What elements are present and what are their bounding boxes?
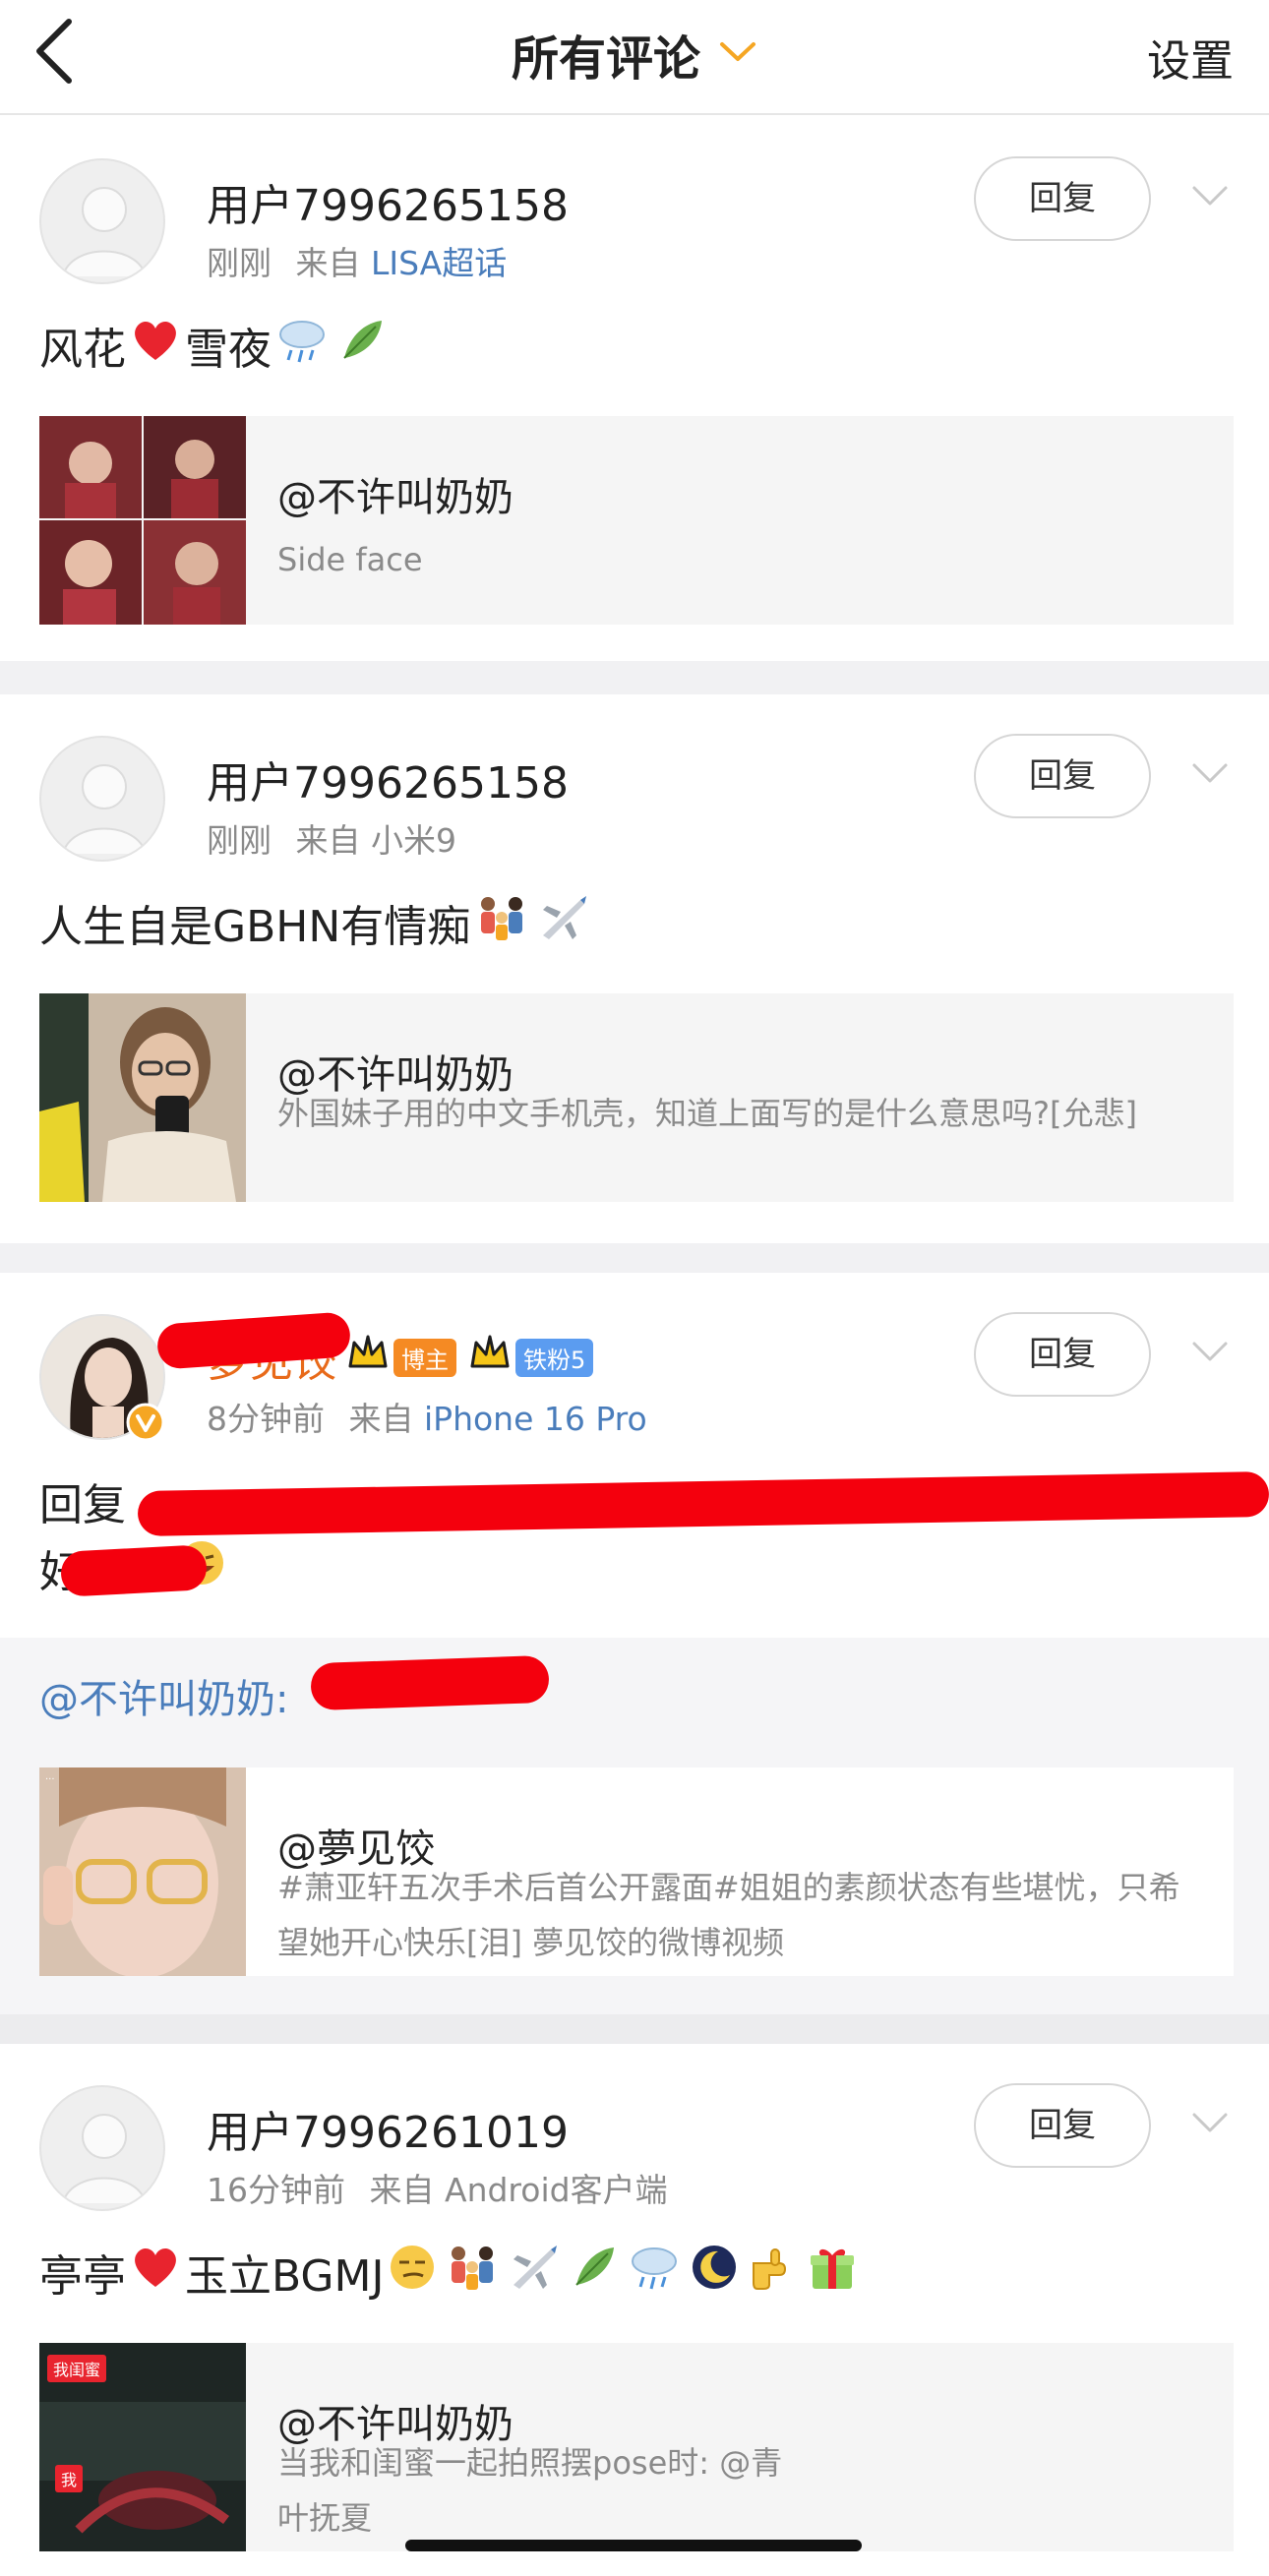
comment-text: 人生自是GBHN有情痴 (39, 891, 594, 954)
post-thumbnail: ... (39, 1767, 246, 1976)
comment-time: 刚刚 (207, 244, 272, 282)
blogger-badge: 博主 (393, 1338, 456, 1377)
mention-link[interactable]: @不许叫奶奶: (39, 1667, 288, 1724)
smirk-icon (388, 2243, 437, 2302)
comment-source: Android客户端 (445, 2171, 668, 2209)
post-excerpt: #萧亚轩五次手术后首公开露面#姐姐的素颜状态有些堪忧，只希望她开心快乐[泪] 夢… (277, 1869, 1180, 1961)
comment-text: 风花 雪夜 (39, 314, 392, 377)
crown-icon (468, 1333, 512, 1383)
reply-button[interactable]: 回复 (974, 1312, 1151, 1397)
comment-text-part: 人生自是GBHN有情痴 (39, 902, 471, 952)
airplane-icon (537, 892, 590, 953)
original-post-card[interactable]: @不许叫奶奶 Side face (39, 416, 1234, 625)
comment-username[interactable]: 用户7996261019 (207, 2097, 569, 2160)
avatar[interactable] (39, 158, 165, 284)
avatar[interactable] (39, 736, 165, 862)
comment-text-part: 回复 (39, 1480, 126, 1530)
pointing-hand-icon (748, 2242, 799, 2303)
post-excerpt: Side face (277, 541, 423, 578)
chevron-down-icon[interactable] (1188, 755, 1232, 795)
comment-username[interactable]: 用户7996265158 (207, 748, 569, 810)
chevron-down-icon[interactable] (1188, 178, 1232, 217)
quoted-comment-band: @不许叫奶奶: ... @夢见饺 #萧亚轩五次手术后首公开露面#姐姐的素颜状态有… (0, 1638, 1269, 2014)
crown-icon (346, 1333, 390, 1383)
comment-filter-dropdown[interactable]: 所有评论 (512, 20, 757, 89)
section-divider (0, 661, 1269, 694)
source-prefix: 来自 (369, 2171, 435, 2209)
source-prefix: 来自 (348, 1400, 414, 1438)
comment-text-line: 回复 (39, 1469, 126, 1532)
reply-button[interactable]: 回复 (974, 734, 1151, 818)
post-thumbnail (39, 416, 246, 625)
post-excerpt: 当我和闺蜜一起拍照摆pose时: @青叶抚夏 (277, 2444, 783, 2537)
section-divider (0, 1243, 1269, 1273)
post-thumbnail: 我闺蜜 我 (39, 2343, 246, 2551)
comment-username[interactable]: 用户7996265158 (207, 170, 569, 233)
chevron-down-icon (718, 39, 757, 69)
comment-text-part: 风花 (39, 325, 126, 375)
family-icon (445, 2242, 500, 2303)
heart-icon (130, 317, 181, 374)
iron-fan-badge: 铁粉5 (515, 1338, 594, 1377)
redaction-mark (310, 1654, 550, 1711)
avatar[interactable] (39, 2085, 165, 2211)
comment-time: 16分钟前 (207, 2171, 345, 2209)
original-post-card[interactable]: 我闺蜜 我 @不许叫奶奶 当我和闺蜜一起拍照摆pose时: @青叶抚夏 (39, 2343, 1234, 2551)
chevron-down-icon[interactable] (1188, 2105, 1232, 2144)
comment-text-part: 雪夜 (185, 325, 272, 375)
source-prefix: 来自 (295, 244, 361, 282)
reply-button[interactable]: 回复 (974, 156, 1151, 241)
thumb-tag: 我闺蜜 (47, 2355, 107, 2382)
comment-item: 用户7996261019 16分钟前 来自 Android客户端 回复 亭亭 玉… (0, 2044, 1269, 2576)
section-divider (0, 2014, 1269, 2044)
comment-meta: 刚刚 来自 LISA超话 (207, 237, 507, 284)
airplane-icon (508, 2242, 561, 2303)
thumb-tag: 我 (55, 2465, 84, 2492)
comment-text-part: 玉立BGMJ (185, 2251, 385, 2302)
gift-icon (807, 2242, 858, 2303)
comment-text-part: 亭亭 (39, 2251, 126, 2302)
post-thumbnail (39, 993, 246, 1202)
post-author: @不许叫奶奶 (277, 475, 514, 520)
heart-icon (130, 2244, 181, 2301)
comment-meta: 8分钟前 来自 iPhone 16 Pro (207, 1393, 647, 1440)
comment-source: 小米9 (371, 821, 456, 860)
page-title: 所有评论 (511, 31, 700, 87)
nav-bar: 所有评论 设置 (0, 0, 1269, 115)
comment-time: 刚刚 (207, 821, 272, 860)
chevron-down-icon[interactable] (1188, 1334, 1232, 1373)
moon-icon (689, 2242, 740, 2303)
rain-cloud-icon (628, 2242, 681, 2303)
comment-time: 8分钟前 (207, 1400, 325, 1438)
reply-button[interactable]: 回复 (974, 2083, 1151, 2168)
comment-text: 亭亭 玉立BGMJ (39, 2241, 862, 2304)
redaction-mark (59, 1544, 209, 1597)
verified-badge-icon (126, 1403, 165, 1442)
family-icon (474, 892, 529, 953)
original-post-card[interactable]: @不许叫奶奶 外国妹子用的中文手机壳，知道上面写的是什么意思吗?[允悲] (39, 993, 1234, 1202)
comment-source-link[interactable]: iPhone 16 Pro (424, 1400, 647, 1438)
comment-item: 用户7996265158 刚刚 来自 LISA超话 回复 风花 雪夜 @不许叫奶… (0, 117, 1269, 661)
comment-item: 用户7996265158 刚刚 来自 小米9 回复 人生自是GBHN有情痴 @不… (0, 694, 1269, 1243)
comment-meta: 刚刚 来自 小米9 (207, 814, 456, 862)
rain-cloud-icon (275, 315, 329, 376)
settings-button[interactable]: 设置 (1147, 26, 1234, 89)
comment-meta: 16分钟前 来自 Android客户端 (207, 2164, 668, 2211)
post-excerpt: 外国妹子用的中文手机壳，知道上面写的是什么意思吗?[允悲] (277, 1095, 1137, 1132)
redaction-mark (137, 1470, 1269, 1537)
leaf-icon (336, 315, 388, 376)
comment-item: 萝见饺 博主 铁粉5 8分钟前 来自 iPhone 16 Pro 回复 回复 好 (0, 1273, 1269, 1638)
comment-source-link[interactable]: LISA超话 (371, 244, 507, 282)
home-indicator[interactable] (405, 2540, 862, 2551)
svg-text:...: ... (45, 1771, 55, 1782)
original-post-card[interactable]: ... @夢见饺 #萧亚轩五次手术后首公开露面#姐姐的素颜状态有些堪忧，只希望她… (39, 1767, 1234, 1976)
source-prefix: 来自 (295, 821, 361, 860)
leaf-icon (569, 2242, 620, 2303)
